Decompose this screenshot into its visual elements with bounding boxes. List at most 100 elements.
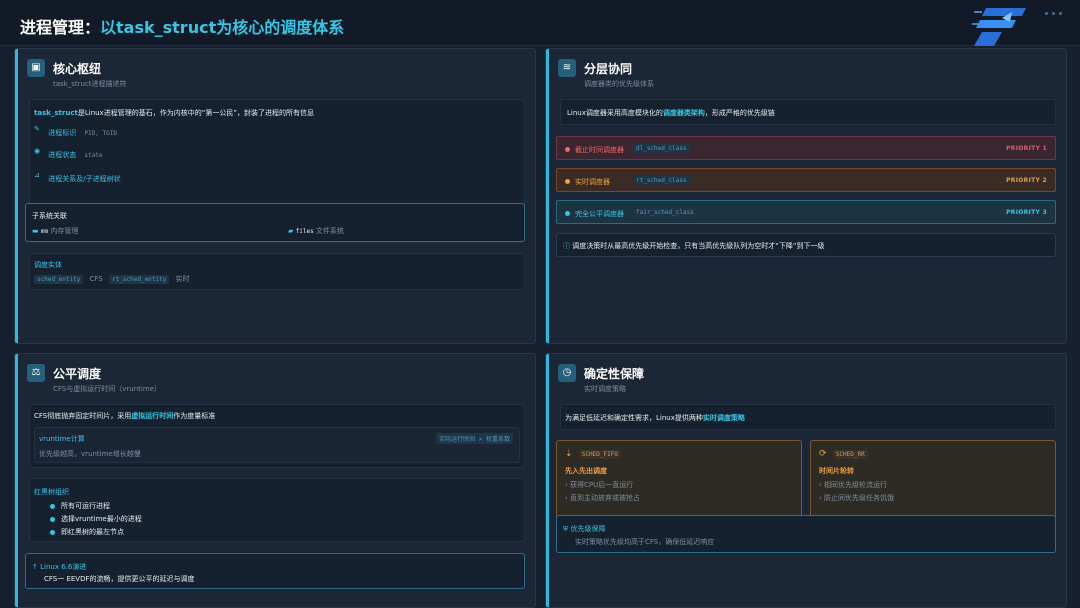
item-relation-label: 进程关系及/子进程树状	[48, 175, 121, 183]
layered-intro-keyword: 调度器类架构	[662, 109, 705, 117]
chevron-right-icon: ›	[819, 481, 822, 489]
vruntime-calc-box: vruntime计算 实际运行时间 × 权重系数 优先级越高，vruntime增…	[34, 427, 520, 463]
policy-fifo-point-text: 获得CPU后一直运行	[570, 481, 634, 489]
priority-guard-title: ⛨ 优先级保障	[563, 524, 605, 534]
policy-rr-name: 时间片轮转	[819, 467, 854, 475]
priority-code: dl_sched_class	[633, 144, 690, 153]
sched-entity-code: sched_entity	[34, 275, 84, 284]
policy-fifo-code: SCHED_FIFO	[578, 450, 621, 459]
rbtree-item: 选择vruntime最小的进程	[50, 514, 142, 524]
priority-note-text: 调度决策时从最高优先级开始检查，只有当高优先级队列为空时才“下降”到下一级	[572, 242, 825, 250]
policy-fifo-card: ⇣ SCHED_FIFO 先入先出调度 › 获得CPU后一直运行 › 直到主动放…	[556, 440, 802, 522]
rbtree-item: 所有可运行进程	[50, 501, 110, 511]
fair-sched-header: ⚖ 公平调度 CFS与虚拟运行时间（vruntime）	[27, 364, 523, 398]
arrow-up-icon: ↑	[32, 563, 38, 571]
priority-level: PRIORITY 3	[1006, 209, 1047, 216]
layered-intro: Linux调度器采用高度模块化的调度器类架构，形成严格的优先级链	[567, 108, 775, 118]
policy-rr-point-text: 相同优先级轮流运行	[824, 481, 888, 489]
linux-update-box: ↑ Linux 6.6演进 CFS一 EEVDF的流畅，提供更公平的延迟与调度	[25, 553, 525, 589]
priority-guard-box: ⛨ 优先级保障 实时策略优先级均高于CFS，确保低延迟响应	[556, 515, 1056, 553]
policy-fifo-point-text: 直到主动放弃或被抢占	[570, 494, 641, 502]
bullet-icon	[50, 503, 55, 509]
page-header: 进程管理：以task_struct为核心的调度体系	[0, 0, 1080, 46]
item-pid: ✎ 进程标识 PID, TGID	[34, 124, 117, 137]
sched-entity-rt: 实时	[175, 275, 190, 283]
rbtree-title: 红黑树组织	[34, 488, 69, 496]
priority-guard-desc: 实时策略优先级均高于CFS，确保低延迟响应	[575, 538, 715, 546]
fair-intro-pre: CFS彻底抛弃固定时间片，采用	[34, 412, 132, 420]
priority-name: 完全公平调度器	[575, 210, 624, 218]
layered-intro-box: Linux调度器采用高度模块化的调度器类架构，形成严格的优先级链	[560, 99, 1056, 125]
policy-fifo-name: 先入先出调度	[565, 467, 607, 475]
clock-icon: ◷	[558, 364, 576, 382]
bullet-icon	[50, 529, 55, 535]
eye-icon: ◉	[34, 147, 41, 155]
linux-update-title: ↑ Linux 6.6演进	[32, 562, 86, 572]
layered-intro-pre: Linux调度器采用高度模块化的	[567, 109, 663, 117]
vruntime-formula: 实际运行时间 × 权重系数	[436, 433, 513, 444]
determinism-subtitle: 实时调度策略	[584, 385, 626, 393]
layers-icon: ≋	[558, 59, 576, 77]
rbtree-item: 即红黑树的最左节点	[50, 527, 124, 537]
priority-level: PRIORITY 1	[1006, 145, 1047, 152]
sched-entity-box: 调度实体 sched_entity CFS rt_sched_entity 实时	[29, 253, 525, 290]
priority-row-fair: 完全公平调度器 fair_sched_class PRIORITY 3	[556, 200, 1056, 224]
page-title-main: 以task_struct为核心的调度体系	[100, 18, 345, 37]
vruntime-formula-code: 实际运行时间 × 权重系数	[436, 433, 513, 444]
core-hub-header: ▣ 核心枢纽 task_struct进程描述符	[27, 59, 523, 93]
rt-intro: 为满足低延迟和确定性需求，Linux提供两种实时调度策略	[565, 413, 745, 423]
subsys-mm: ▬ mm 内存管理	[32, 226, 78, 236]
scale-icon: ⚖	[27, 364, 45, 382]
subsystem-box: 子系统关联 ▬ mm 内存管理 ▰ files 文件系统	[25, 203, 525, 242]
fair-sched-subtitle: CFS与虚拟运行时间（vruntime）	[53, 385, 161, 393]
priority-row-deadline: 截止时间调度器 dl_sched_class PRIORITY 1	[556, 136, 1056, 160]
subsys-files: ▰ files 文件系统	[288, 226, 344, 236]
priority-dot	[565, 211, 570, 216]
policy-rr-head: ⟳ SCHED_RR	[819, 449, 868, 459]
priority-dot	[565, 179, 570, 184]
task-struct-desc: 是Linux进程管理的基石，作为内核中的“第一公民”，封装了进程的所有信息	[77, 109, 314, 117]
priority-note: ⓘ 调度决策时从最高优先级开始检查，只有当高优先级队列为空时才“下降”到下一级	[563, 241, 825, 251]
policy-fifo-head: ⇣ SCHED_FIFO	[565, 449, 621, 459]
more-dots-icon[interactable]	[1045, 12, 1062, 15]
item-state-code: state	[84, 152, 103, 159]
layered-intro-post: ，形成严格的优先级链	[704, 109, 775, 117]
determinism-header: ◷ 确定性保障 实时调度策略	[558, 364, 1054, 398]
policy-fifo-point: › 获得CPU后一直运行	[565, 480, 633, 490]
item-state: ◉ 进程状态 state	[34, 146, 103, 159]
priority-dot	[565, 147, 570, 152]
subsys-mm-code: mm	[40, 228, 49, 235]
subsys-files-code: files	[295, 228, 314, 235]
priority-name: 实时调度器	[575, 178, 610, 186]
core-hub-panel: ▣ 核心枢纽 task_struct进程描述符 task_struct是Linu…	[14, 48, 536, 344]
chevron-right-icon: ›	[565, 481, 568, 489]
priority-code: rt_sched_class	[633, 176, 690, 185]
bullet-icon	[50, 516, 55, 522]
fair-sched-panel: ⚖ 公平调度 CFS与虚拟运行时间（vruntime） CFS彻底抛弃固定时间片…	[14, 353, 536, 608]
priority-level: PRIORITY 2	[1006, 177, 1047, 184]
priority-name: 截止时间调度器	[575, 146, 624, 154]
layered-header: ≋ 分层协同 调度器类的优先级体系	[558, 59, 1054, 93]
chip-icon: ▣	[27, 59, 45, 77]
core-hub-title: 核心枢纽	[53, 62, 102, 76]
rbtree-item-text: 所有可运行进程	[61, 502, 110, 510]
rt-sched-entity-code: rt_sched_entity	[109, 275, 170, 284]
rbtree-item-text: 选择vruntime最小的进程	[61, 515, 142, 523]
refresh-icon: ⟳	[819, 449, 827, 459]
policy-rr-code: SCHED_RR	[832, 450, 868, 459]
sched-entity-title: 调度实体	[34, 261, 62, 269]
item-state-label: 进程状态	[48, 151, 77, 159]
policy-fifo-point: › 直到主动放弃或被抢占	[565, 493, 640, 503]
sitemap-icon: ⊿	[34, 171, 40, 179]
vruntime-box: CFS彻底抛弃固定时间片，采用虚拟运行时间作为度量标准 vruntime计算 实…	[29, 404, 525, 468]
linux-update-desc: CFS一 EEVDF的流畅，提供更公平的延迟与调度	[44, 575, 195, 583]
tag-icon: ✎	[34, 125, 40, 133]
chevron-right-icon: ›	[565, 494, 568, 502]
policy-rr-card: ⟳ SCHED_RR 时间片轮转 › 相同优先级轮流运行 › 防止同优先级任务饥…	[810, 440, 1056, 522]
rbtree-box: 红黑树组织 所有可运行进程 选择vruntime最小的进程 即红黑树的最左节点	[29, 478, 525, 542]
page-title-prefix: 进程管理：	[20, 18, 101, 37]
vruntime-calc-title: vruntime计算	[39, 435, 85, 443]
subsystem-title: 子系统关联	[32, 212, 67, 220]
chevron-right-icon: ›	[819, 494, 822, 502]
rt-intro-keyword: 实时调度策略	[702, 414, 745, 422]
